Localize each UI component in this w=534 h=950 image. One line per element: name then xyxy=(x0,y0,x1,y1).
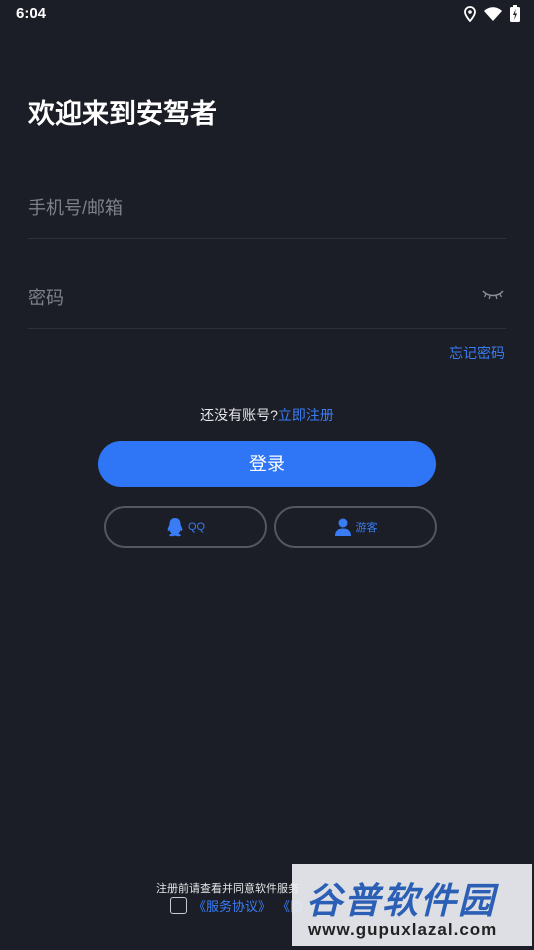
password-field xyxy=(28,268,506,329)
agreement-notice: 注册前请查看并同意软件服务 xyxy=(156,883,299,895)
guest-user-icon xyxy=(334,518,351,536)
qq-login-label: QQ xyxy=(187,521,206,533)
register-link[interactable]: 立即注册 xyxy=(278,407,334,423)
status-bar: 6:04 xyxy=(0,0,534,28)
watermark-brand: 谷普软件园 xyxy=(306,880,497,921)
qq-login-button[interactable]: QQ xyxy=(104,506,267,548)
password-input[interactable] xyxy=(28,284,468,312)
welcome-title: 欢迎来到安驾者 xyxy=(28,99,217,129)
status-time: 6:04 xyxy=(16,5,47,22)
service-agreement-link[interactable]: 《服务协议》 xyxy=(193,896,271,915)
phone-email-input[interactable] xyxy=(28,194,468,222)
qq-icon xyxy=(167,518,183,537)
wifi-icon xyxy=(484,6,502,21)
eye-closed-icon[interactable] xyxy=(482,288,504,302)
register-question: 还没有账号? xyxy=(200,407,278,423)
watermark: 谷普软件园 www.gupuxlazal.com xyxy=(292,864,532,946)
login-button[interactable]: 登录 xyxy=(98,441,436,487)
agreement-checkbox[interactable] xyxy=(170,897,187,914)
guest-login-label: 游客 xyxy=(355,522,378,534)
location-icon xyxy=(464,5,476,22)
agreement-row: 《服务协议》 《隐 xyxy=(170,896,303,915)
register-row: 还没有账号?立即注册 xyxy=(0,405,534,425)
status-icons xyxy=(464,5,520,22)
battery-icon xyxy=(510,5,520,22)
guest-login-button[interactable]: 游客 xyxy=(274,506,437,548)
forgot-password-link[interactable]: 忘记密码 xyxy=(449,343,505,363)
phone-email-field xyxy=(28,178,506,239)
watermark-url: www.gupuxlazal.com xyxy=(308,920,498,939)
